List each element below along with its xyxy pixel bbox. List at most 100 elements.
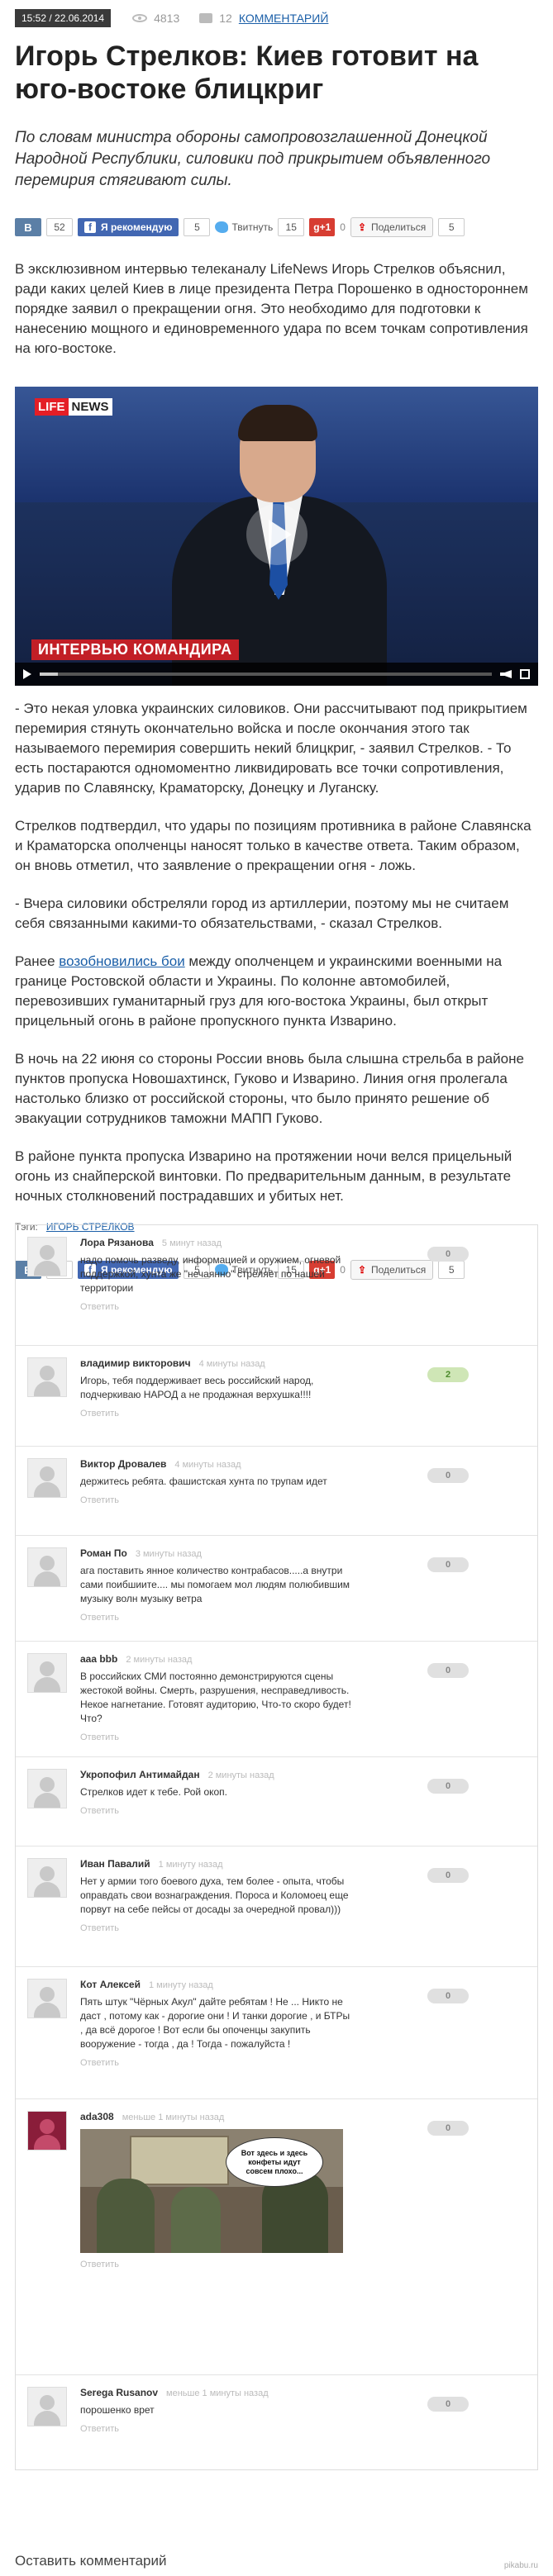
- comment-score[interactable]: 0: [427, 1989, 469, 2003]
- comment-text: порошенко врет: [80, 2404, 155, 2416]
- fighting-resumed-link[interactable]: возобновились бои: [59, 953, 184, 969]
- avatar[interactable]: [27, 2111, 67, 2151]
- comment-text: Пять штук "Чёрных Акул" дайте ребятам ! …: [80, 1996, 350, 2050]
- avatar[interactable]: [27, 1237, 67, 1276]
- comment-score[interactable]: 0: [427, 1247, 469, 1262]
- avatar[interactable]: [27, 1357, 67, 1397]
- comment-time: 2 минуты назад: [207, 1770, 274, 1780]
- publish-date: 15:52 / 22.06.2014: [15, 9, 112, 27]
- avatar-head: [40, 1866, 55, 1881]
- tweet-label: Твитнуть: [231, 221, 274, 233]
- avatar-body: [34, 1261, 60, 1276]
- comment-score[interactable]: 0: [427, 1557, 469, 1572]
- article-meta: 15:52 / 22.06.2014 4813 12 комментарий: [15, 0, 538, 36]
- comment-time: 1 минуту назад: [158, 1860, 223, 1870]
- avatar-body: [34, 1482, 60, 1497]
- avatar-head: [40, 1661, 55, 1676]
- speech-bubble: Вот здесь и здесь конфеты идут совсем пл…: [226, 2137, 323, 2187]
- share-count: 5: [438, 218, 465, 236]
- avatar[interactable]: [27, 1769, 67, 1808]
- comment-score[interactable]: 0: [427, 1868, 469, 1883]
- volume-icon[interactable]: [500, 670, 512, 678]
- fullscreen-icon[interactable]: [520, 669, 530, 679]
- reply-link[interactable]: Ответить: [80, 2260, 537, 2269]
- gplus-button[interactable]: g+1: [309, 218, 336, 236]
- comment-text: держитесь ребята. фашистская хунта по тр…: [80, 1476, 327, 1487]
- avatar-body: [34, 2135, 60, 2150]
- avatar[interactable]: [27, 1979, 67, 2018]
- views-counter: 4813: [132, 12, 179, 25]
- comment-author[interactable]: Кот Алексей: [80, 1979, 141, 1990]
- comment-score[interactable]: 0: [427, 1468, 469, 1483]
- comment-author[interactable]: Лора Рязанова: [80, 1237, 154, 1248]
- tweet-count: 15: [278, 218, 305, 236]
- comment-author[interactable]: Иван Павалий: [80, 1858, 150, 1870]
- comment-author[interactable]: Serega Rusanov: [80, 2387, 158, 2398]
- comment-author[interactable]: Роман По: [80, 1547, 127, 1559]
- video-progress-bar[interactable]: [40, 673, 492, 676]
- channel-logo: LIFE NEWS: [35, 398, 112, 416]
- comment-image[interactable]: Вот здесь и здесь конфеты идут совсем пл…: [80, 2129, 343, 2253]
- reply-link[interactable]: Ответить: [80, 1806, 537, 1816]
- reply-link[interactable]: Ответить: [80, 2058, 537, 2068]
- eye-icon: [132, 14, 148, 22]
- avatar-head: [40, 1777, 55, 1792]
- comment-text: В российских СМИ постоянно демонстрируют…: [80, 1671, 351, 1724]
- comments-list: Лора Рязанова 5 минут назад надо помочь р…: [15, 1224, 538, 2470]
- comment-time: 5 минут назад: [161, 1238, 222, 1248]
- article-paragraph: В ночь на 22 июня со стороны России внов…: [15, 1051, 524, 1126]
- avatar-head: [40, 2119, 55, 2134]
- avatar[interactable]: [27, 1653, 67, 1693]
- reply-link[interactable]: Ответить: [80, 1732, 537, 1742]
- avatar[interactable]: [27, 1458, 67, 1498]
- comment-text: надо помочь разведу, информацией и оружи…: [80, 1254, 341, 1294]
- comment-author[interactable]: владимир викторович: [80, 1357, 191, 1369]
- reply-link[interactable]: Ответить: [80, 1613, 537, 1623]
- comment-time: 2 минуты назад: [126, 1655, 193, 1665]
- reply-link[interactable]: Ответить: [80, 1923, 537, 1933]
- comment-author[interactable]: aaa bbb: [80, 1653, 117, 1665]
- play-icon[interactable]: [246, 504, 307, 565]
- comment-time: 4 минуты назад: [174, 1460, 241, 1470]
- article-paragraph: Стрелков подтвердил, что удары по позици…: [15, 818, 532, 873]
- comments-link[interactable]: комментарий: [239, 12, 329, 25]
- yandex-share-button[interactable]: ⇪ Поделиться: [350, 217, 434, 237]
- comment-author[interactable]: Виктор Дровалев: [80, 1458, 166, 1470]
- comment-score[interactable]: 2: [427, 1367, 469, 1382]
- fb-recommend-button[interactable]: f Я рекомендую: [78, 218, 179, 236]
- avatar[interactable]: [27, 2387, 67, 2426]
- comment-score[interactable]: 0: [427, 2121, 469, 2136]
- reply-link[interactable]: Ответить: [80, 2424, 537, 2434]
- comment-time: меньше 1 минуты назад: [122, 2113, 225, 2122]
- comment-text: Игорь, тебя поддерживает весь российский…: [80, 1375, 314, 1400]
- reply-link[interactable]: Ответить: [80, 1409, 537, 1419]
- reply-link[interactable]: Ответить: [80, 1495, 537, 1505]
- comment-time: 1 минуту назад: [148, 1980, 213, 1990]
- play-control-icon[interactable]: [23, 669, 31, 679]
- reply-link[interactable]: Ответить: [80, 1302, 537, 1312]
- avatar-body: [34, 2411, 60, 2426]
- comments-counter[interactable]: 12 комментарий: [199, 12, 328, 25]
- comment-author[interactable]: ada308: [80, 2111, 114, 2122]
- avatar-head: [40, 1466, 55, 1481]
- comments-count: 12: [219, 12, 232, 25]
- avatar[interactable]: [27, 1858, 67, 1898]
- image-person: [97, 2179, 155, 2253]
- fb-recommend-label: Я рекомендую: [101, 221, 173, 233]
- image-person: [171, 2187, 221, 2253]
- leave-comment-heading[interactable]: Оставить комментарий: [15, 2553, 166, 2569]
- comment-score[interactable]: 0: [427, 1779, 469, 1794]
- avatar-head: [40, 1556, 55, 1571]
- comment-score[interactable]: 0: [427, 1663, 469, 1678]
- comment: Иван Павалий 1 минуту назад Нет у армии т…: [16, 1846, 537, 1967]
- vk-share-button[interactable]: В: [15, 218, 41, 236]
- video-progress-fill: [40, 673, 58, 676]
- avatar-head: [40, 1987, 55, 2002]
- avatar[interactable]: [27, 1547, 67, 1587]
- tweet-button[interactable]: Твитнуть: [215, 221, 273, 233]
- avatar-body: [34, 1571, 60, 1586]
- comment-author[interactable]: Укропофил Антимайдан: [80, 1769, 200, 1780]
- video-player[interactable]: LIFE NEWS ИНТЕРВЬЮ КОМАНДИРА: [15, 387, 538, 686]
- vk-share-count: 52: [46, 218, 73, 236]
- comment-score[interactable]: 0: [427, 2397, 469, 2412]
